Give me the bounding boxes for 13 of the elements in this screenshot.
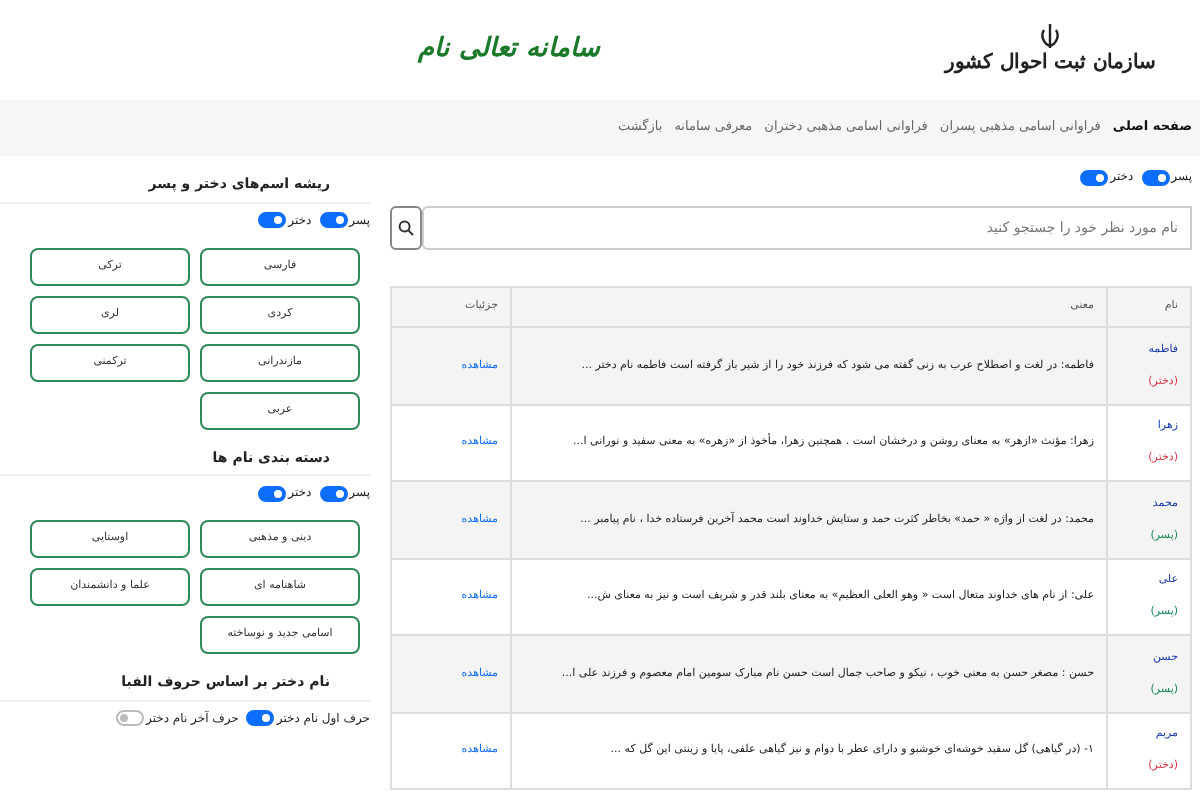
toggle-switch[interactable] [319,485,348,501]
toggle-switch[interactable] [1141,169,1170,185]
toggle-switch[interactable] [258,485,287,501]
toggle-switch[interactable] [258,212,287,228]
toggle-switch[interactable] [1080,169,1109,185]
toggle-switch[interactable] [246,710,275,726]
emblem-icon [1040,23,1061,47]
search-icon [398,220,414,236]
toggle-switch[interactable] [319,212,348,228]
logo-text: سازمان ثبت احوال کشور [944,23,1156,77]
toggle-switch[interactable] [116,710,145,726]
site-title: سامانه تعالی نام [417,32,600,69]
search-button[interactable] [390,206,422,250]
